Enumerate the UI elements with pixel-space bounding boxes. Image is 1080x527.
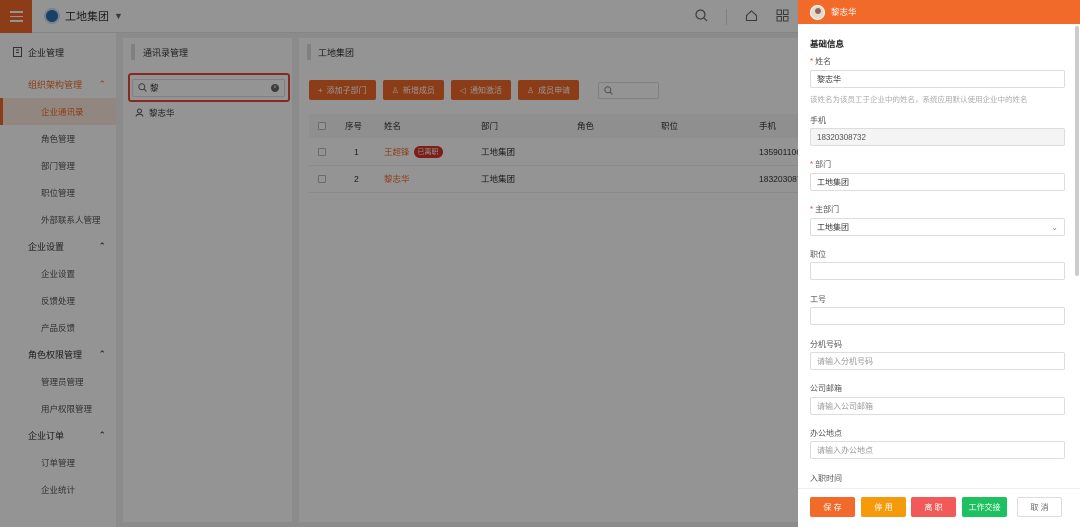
- drawer-footer: 保 存 停 用 离 职 工作交接 取 消: [798, 488, 1080, 527]
- select-value: 工地集团: [817, 222, 849, 232]
- dept-label: * 部门: [810, 160, 832, 169]
- member-detail-drawer: 黎志华 基础信息 * 姓名 黎志华 该姓名为该员工于企业中的姓名，系统应用默认使用…: [798, 0, 1080, 527]
- avatar: [810, 4, 825, 20]
- phone-label: 手机: [810, 116, 826, 125]
- hire-date-label: 入职时间: [810, 474, 842, 483]
- name-label: * 姓名: [810, 57, 832, 66]
- chevron-down-icon: ⌄: [1051, 223, 1058, 232]
- ext-field[interactable]: 请输入分机号码: [810, 352, 1065, 370]
- modal-overlay[interactable]: [0, 0, 798, 527]
- email-field[interactable]: 请输入公司邮箱: [810, 397, 1065, 415]
- section-title: 基础信息: [810, 39, 845, 49]
- label-text: 部门: [815, 160, 832, 169]
- email-label: 公司邮箱: [810, 384, 842, 393]
- name-hint: 该姓名为该员工于企业中的姓名，系统应用默认使用企业中的姓名: [810, 95, 1028, 104]
- handover-button[interactable]: 工作交接: [962, 497, 1007, 517]
- drawer-header: 黎志华: [798, 0, 1080, 24]
- name-field[interactable]: 黎志华: [810, 70, 1065, 88]
- phone-field: 18320308732: [810, 128, 1065, 146]
- save-button[interactable]: 保 存: [810, 497, 855, 517]
- resign-button[interactable]: 离 职: [911, 497, 956, 517]
- drawer-scrollbar[interactable]: [1075, 26, 1079, 276]
- disable-button[interactable]: 停 用: [861, 497, 906, 517]
- drawer-title: 黎志华: [831, 7, 857, 17]
- main-dept-label: * 主部门: [810, 205, 840, 214]
- job-no-field[interactable]: [810, 307, 1065, 325]
- position-label: 职位: [810, 250, 826, 259]
- office-label: 办公地点: [810, 429, 842, 438]
- office-field[interactable]: 请输入办公地点: [810, 441, 1065, 459]
- dept-field[interactable]: 工地集团: [810, 173, 1065, 191]
- cancel-button[interactable]: 取 消: [1017, 497, 1062, 517]
- position-field[interactable]: [810, 262, 1065, 280]
- main-dept-select[interactable]: 工地集团 ⌄: [810, 218, 1065, 236]
- job-no-label: 工号: [810, 295, 826, 304]
- label-text: 姓名: [815, 57, 832, 66]
- ext-label: 分机号码: [810, 340, 842, 349]
- label-text: 主部门: [815, 205, 840, 214]
